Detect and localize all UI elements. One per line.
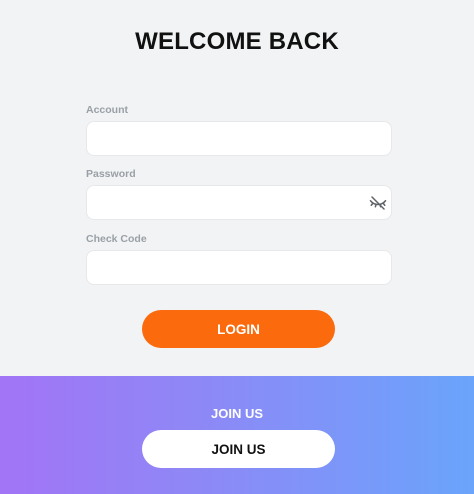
join-us-button[interactable]: JOIN US — [142, 430, 335, 468]
join-panel: JOIN US JOIN US — [0, 376, 474, 494]
join-heading: JOIN US — [210, 406, 263, 421]
page-title: WELCOME BACK — [135, 28, 339, 55]
check-code-input[interactable] — [86, 250, 392, 285]
account-input[interactable] — [86, 121, 392, 156]
password-input[interactable] — [86, 185, 392, 220]
login-panel: WELCOME BACK Account Password Check Code… — [0, 0, 474, 376]
login-page: WELCOME BACK Account Password Check Code… — [0, 0, 474, 494]
check-code-label: Check Code — [86, 233, 147, 245]
account-label: Account — [86, 104, 128, 116]
password-label: Password — [86, 168, 136, 180]
eye-off-icon[interactable] — [369, 194, 387, 212]
login-button[interactable]: LOGIN — [142, 310, 335, 348]
